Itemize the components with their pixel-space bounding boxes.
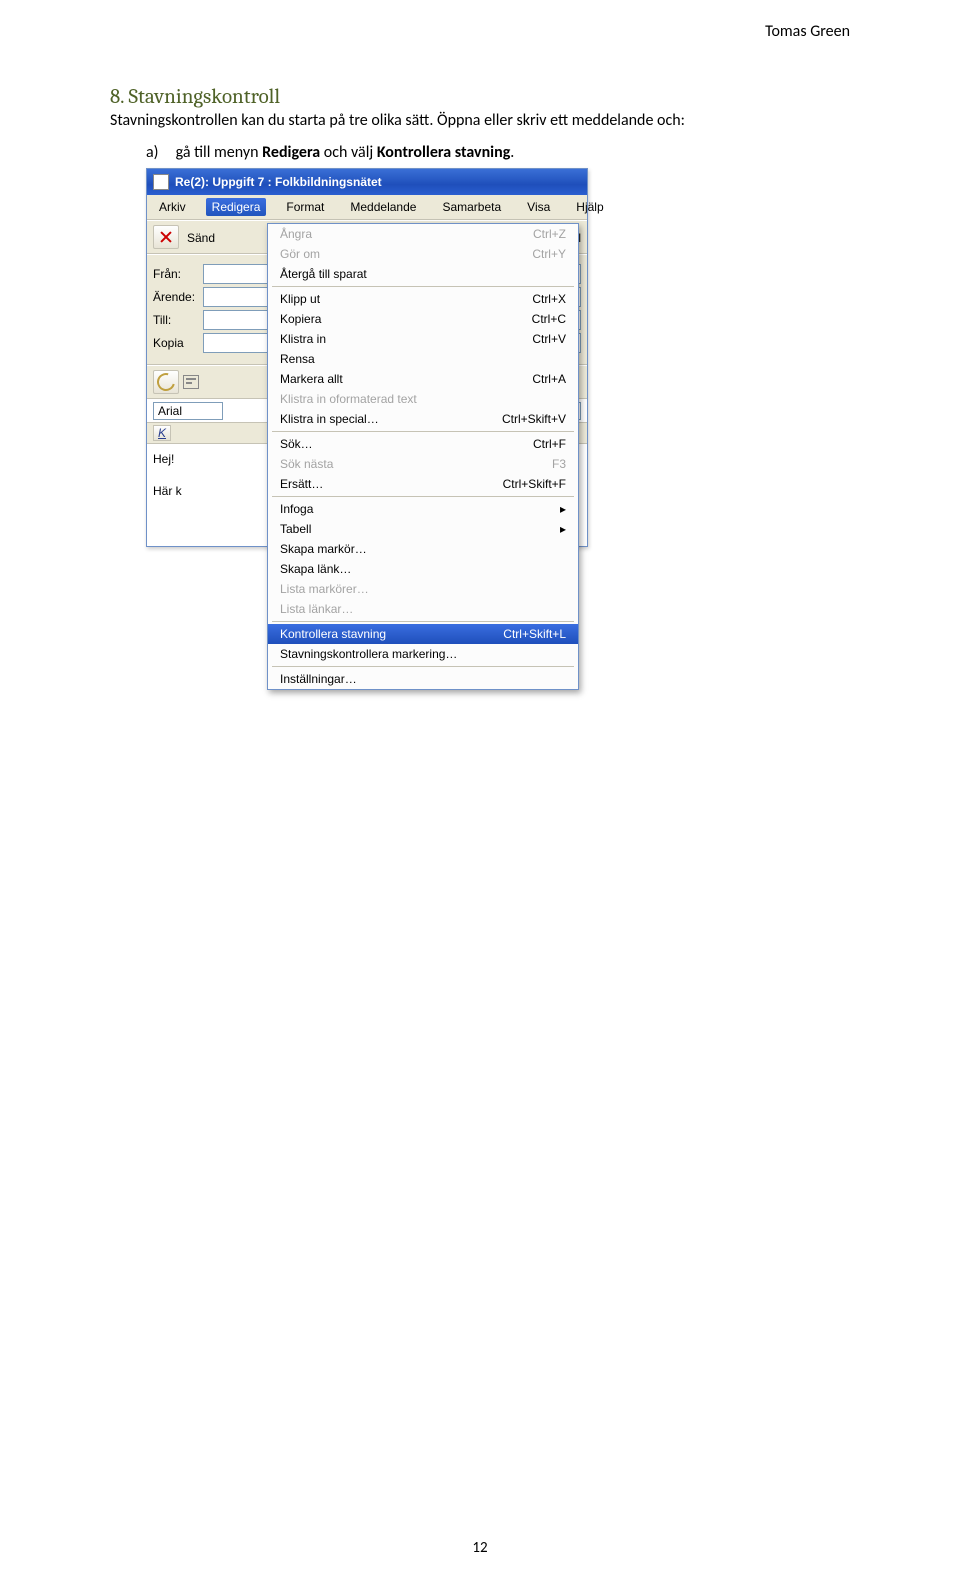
menu-item-label: Klistra in special… [280, 412, 494, 426]
menu-item-label: Inställningar… [280, 672, 566, 686]
menu-separator [272, 666, 574, 667]
menu-item[interactable]: Tabell▸ [268, 519, 578, 539]
menu-item-label: Tabell [280, 522, 552, 536]
undo-button[interactable] [153, 370, 179, 394]
from-label: Från: [153, 267, 203, 281]
menu-separator [272, 286, 574, 287]
menu-item-label: Stavningskontrollera markering… [280, 647, 566, 661]
menu-item-label: Sök nästa [280, 457, 544, 471]
menu-format[interactable]: Format [280, 198, 330, 216]
menu-separator [272, 431, 574, 432]
menu-item: Sök nästaF3 [268, 454, 578, 474]
menu-item[interactable]: Ersätt…Ctrl+Skift+F [268, 474, 578, 494]
toolbar-left-label: Sänd [185, 229, 215, 245]
menu-item[interactable]: Klipp utCtrl+X [268, 289, 578, 309]
menu-item-label: Gör om [280, 247, 524, 261]
menu-hjälp[interactable]: Hjälp [570, 198, 609, 216]
menubar: Arkiv Redigera Format Meddelande Samarbeta Vi… [147, 195, 587, 220]
submenu-arrow-icon: ▸ [552, 502, 566, 516]
menu-item-label: Lista länkar… [280, 602, 566, 616]
menu-item[interactable]: Sök…Ctrl+F [268, 434, 578, 454]
author-name: Tomas Green [765, 22, 850, 41]
menu-item: Klistra in oformaterad text [268, 389, 578, 409]
submenu-arrow-icon: ▸ [552, 522, 566, 536]
menu-item-label: Infoga [280, 502, 552, 516]
menu-item-label: Lista markörer… [280, 582, 566, 596]
to-label: Till: [153, 313, 203, 327]
menu-item-label: Ersätt… [280, 477, 495, 491]
menu-item[interactable]: Skapa länk… [268, 559, 578, 579]
x-icon [160, 231, 172, 243]
menu-item-shortcut: Ctrl+F [525, 437, 566, 451]
menu-item[interactable]: Markera alltCtrl+A [268, 369, 578, 389]
menu-item-shortcut: Ctrl+Skift+V [494, 412, 566, 426]
menu-item: Lista länkar… [268, 599, 578, 619]
list-item-a: a) gå till menyn Redigera och välj Kontr… [146, 143, 850, 162]
menu-item-shortcut: Ctrl+Z [525, 227, 566, 241]
menu-item[interactable]: Infoga▸ [268, 499, 578, 519]
menu-redigera[interactable]: Redigera [206, 198, 267, 216]
menu-item-label: Kopiera [280, 312, 524, 326]
document-icon [153, 174, 169, 190]
menu-item-shortcut: Ctrl+A [524, 372, 566, 386]
menu-item-label: Kontrollera stavning [280, 627, 495, 641]
menu-item-shortcut: Ctrl+C [524, 312, 566, 326]
window-title: Re(2): Uppgift 7 : Folkbildningsnätet [175, 175, 382, 189]
menu-item-shortcut: Ctrl+Skift+F [495, 477, 566, 491]
intro-paragraph: Stavningskontrollen kan du starta på tre… [110, 111, 850, 131]
section-heading: 8. Stavningskontroll [110, 85, 850, 109]
menu-item-shortcut: F3 [544, 457, 566, 471]
menu-item-label: Klipp ut [280, 292, 524, 306]
menu-item-label: Sök… [280, 437, 525, 451]
menu-item[interactable]: Stavningskontrollera markering… [268, 644, 578, 664]
menu-item-shortcut: Ctrl+Y [524, 247, 566, 261]
menu-item: Gör omCtrl+Y [268, 244, 578, 264]
menu-item[interactable]: Kontrollera stavningCtrl+Skift+L [268, 624, 578, 644]
menu-item-label: Klistra in oformaterad text [280, 392, 566, 406]
body-line-2-left: Här k [153, 484, 182, 498]
menu-item[interactable]: Inställningar… [268, 669, 578, 689]
menu-separator [272, 621, 574, 622]
close-button[interactable] [153, 225, 179, 249]
menu-item[interactable]: Skapa markör… [268, 539, 578, 559]
cc-label: Kopia [153, 336, 203, 350]
menu-meddelande[interactable]: Meddelande [344, 198, 422, 216]
menu-item-shortcut: Ctrl+V [524, 332, 566, 346]
menu-item-label: Markera allt [280, 372, 524, 386]
menu-item: Lista markörer… [268, 579, 578, 599]
menu-item-label: Skapa länk… [280, 562, 566, 576]
menu-item[interactable]: Klistra in special…Ctrl+Skift+V [268, 409, 578, 429]
menu-item-label: Ångra [280, 227, 525, 241]
titlebar: Re(2): Uppgift 7 : Folkbildningsnätet [147, 169, 587, 195]
menu-item: ÅngraCtrl+Z [268, 224, 578, 244]
email-editor-window: Re(2): Uppgift 7 : Folkbildningsnätet Ar… [146, 168, 588, 547]
italic-button[interactable]: K [153, 425, 171, 441]
menu-samarbeta[interactable]: Samarbeta [436, 198, 507, 216]
font-name-select[interactable]: Arial [153, 402, 223, 420]
menu-item-label: Klistra in [280, 332, 524, 346]
align-icon[interactable] [183, 375, 199, 389]
menu-arkiv[interactable]: Arkiv [153, 198, 192, 216]
menu-visa[interactable]: Visa [521, 198, 556, 216]
menu-item-shortcut: Ctrl+X [524, 292, 566, 306]
menu-item[interactable]: Återgå till sparat [268, 264, 578, 284]
menu-item[interactable]: Rensa [268, 349, 578, 369]
menu-item[interactable]: KopieraCtrl+C [268, 309, 578, 329]
undo-icon [154, 370, 179, 395]
menu-separator [272, 496, 574, 497]
menu-item-label: Återgå till sparat [280, 267, 566, 281]
subject-label: Ärende: [153, 290, 203, 304]
menu-item[interactable]: Klistra inCtrl+V [268, 329, 578, 349]
redigera-menu: ÅngraCtrl+ZGör omCtrl+YÅtergå till spara… [267, 223, 579, 690]
menu-item-label: Rensa [280, 352, 566, 366]
list-marker: a) [146, 143, 172, 162]
page-number: 12 [0, 1539, 960, 1557]
menu-item-label: Skapa markör… [280, 542, 566, 556]
menu-item-shortcut: Ctrl+Skift+L [495, 627, 566, 641]
